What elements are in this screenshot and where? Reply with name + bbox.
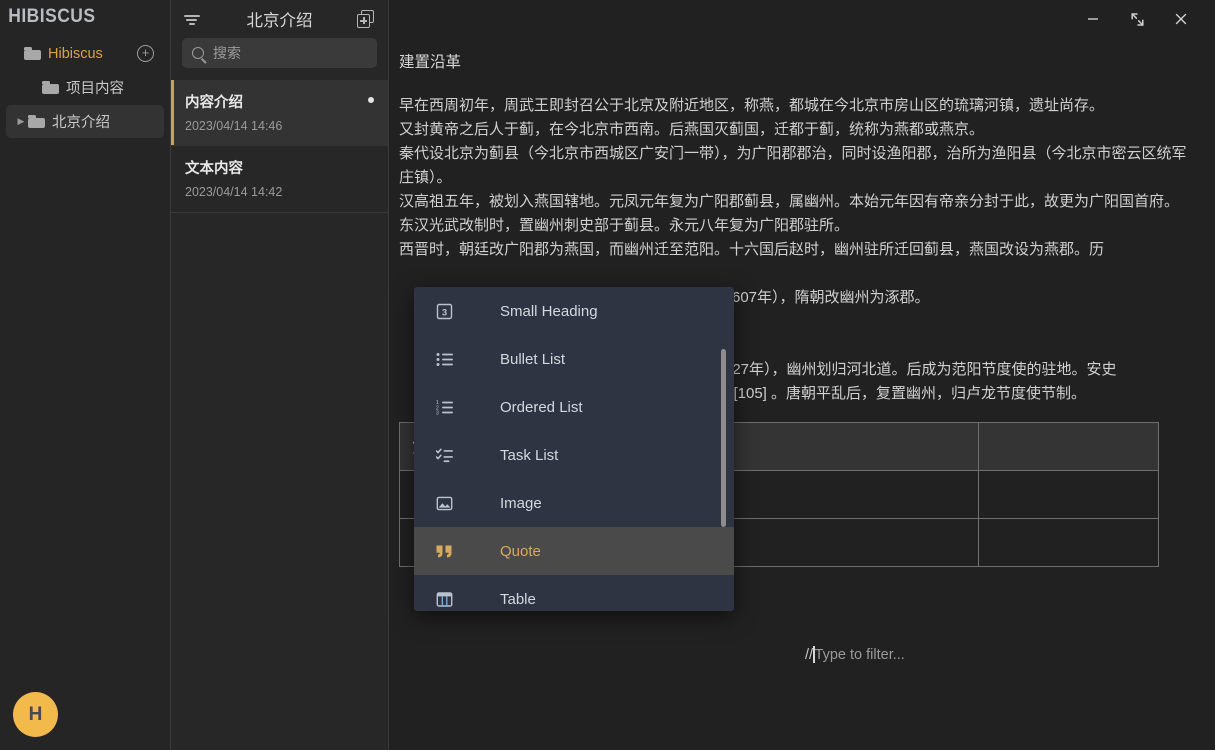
sidebar-item-project-content[interactable]: ▶ 项目内容 [6, 71, 164, 104]
menu-item-table[interactable]: Table [414, 575, 734, 611]
folder-icon [24, 47, 41, 60]
left-sidebar: HIBISCUS ▶ Hibiscus + ▶ 项目内容 ▶ 北京介绍 H [0, 0, 171, 750]
menu-item-task-list[interactable]: Task List [414, 431, 734, 479]
search-container [171, 38, 388, 68]
menu-item-label: Table [500, 591, 536, 608]
paragraph: 秦代设北京为蓟县（今北京市西城区广安门一带），为广阳郡郡治，同时设渔阳郡，治所为… [399, 142, 1193, 190]
filter-icon[interactable] [183, 10, 201, 28]
note-items: 内容介绍 2023/04/14 14:46 文本内容 2023/04/14 14… [171, 80, 388, 213]
search-icon [192, 47, 204, 59]
sidebar-item-hibiscus[interactable]: ▶ Hibiscus + [6, 37, 164, 70]
table-cell[interactable] [979, 471, 1159, 519]
sidebar-item-label: Hibiscus [48, 46, 103, 62]
maximize-button[interactable] [1115, 3, 1159, 35]
list-item[interactable]: 内容介绍 2023/04/14 14:46 [171, 80, 388, 146]
menu-item-label: Image [500, 495, 542, 512]
paragraph: 汉高祖五年，被划入燕国辖地。元凤元年复为广阳郡蓟县，属幽州。本始元年因有帝亲分封… [399, 190, 1193, 214]
note-title: 内容介绍 [185, 91, 374, 112]
slash-command-menu[interactable]: 3 Small Heading Bullet List 1 [414, 287, 734, 611]
close-button[interactable] [1159, 3, 1203, 35]
note-date: 2023/04/14 14:42 [185, 185, 374, 199]
menu-item-small-heading[interactable]: 3 Small Heading [414, 287, 734, 335]
note-date: 2023/04/14 14:46 [185, 119, 374, 133]
svg-text:3: 3 [442, 307, 447, 318]
folder-icon [42, 81, 59, 94]
avatar[interactable]: H [13, 692, 58, 737]
table-cell[interactable] [979, 519, 1159, 567]
menu-item-ordered-list[interactable]: 1 2 3 Ordered List [414, 383, 734, 431]
slash-command-input[interactable]: //Type to filter... [805, 646, 905, 663]
menu-item-label: Ordered List [500, 399, 583, 416]
sidebar-item-beijing-intro[interactable]: ▶ 北京介绍 [6, 105, 164, 138]
menu-item-label: Bullet List [500, 351, 565, 368]
menu-item-label: Quote [500, 543, 541, 560]
paragraph: 西晋时，朝廷改广阳郡为燕国，而幽州迁至范阳。十六国后赵时，幽州驻所迁回蓟县，燕国… [399, 238, 1193, 262]
search-input[interactable] [213, 45, 367, 61]
slash-prefix: // [805, 647, 813, 663]
unsaved-dot-icon [368, 97, 374, 103]
paragraph: 东汉光武改制时，置幽州刺史部于蓟县。永元八年复为广阳郡驻所。 [399, 214, 1193, 238]
quote-icon [436, 545, 458, 558]
note-title: 文本内容 [185, 157, 374, 178]
divider [171, 212, 388, 213]
sidebar-item-label: 项目内容 [66, 77, 124, 98]
folder-tree: ▶ Hibiscus + ▶ 项目内容 ▶ 北京介绍 [0, 32, 170, 138]
paragraph: （627年），幽州划归河北道。后成为范阳节度使的驻地。安史 [709, 358, 1193, 382]
menu-item-image[interactable]: Image [414, 479, 734, 527]
new-note-icon[interactable] [357, 10, 376, 29]
heading-3-icon: 3 [436, 303, 458, 320]
menu-item-label: Small Heading [500, 303, 598, 320]
window-titlebar [389, 0, 1215, 38]
note-list-title: 北京介绍 [171, 7, 388, 31]
image-icon [436, 495, 458, 512]
filter-placeholder: Type to filter... [815, 647, 905, 663]
note-list-panel: 北京介绍 内容介绍 2023/04/14 14:46 文本内容 2023/04/… [171, 0, 389, 750]
paragraph: （607年），隋朝改幽州为涿郡。 [717, 286, 1193, 310]
svg-text:3: 3 [436, 410, 439, 415]
menu-scrollbar[interactable] [721, 349, 726, 527]
bullet-list-icon [436, 352, 458, 367]
note-list-header: 北京介绍 [171, 0, 388, 38]
search-box[interactable] [182, 38, 377, 68]
table-icon [436, 591, 458, 608]
menu-item-quote[interactable]: Quote [414, 527, 734, 575]
chevron-right-icon[interactable]: ▶ [14, 116, 28, 127]
list-item[interactable]: 文本内容 2023/04/14 14:42 [171, 146, 388, 212]
menu-item-label: Task List [500, 447, 558, 464]
paragraph: 早在西周初年，周武王即封召公于北京及附近地区，称燕，都城在今北京市房山区的琉璃河… [399, 94, 1193, 142]
app-window: HIBISCUS ▶ Hibiscus + ▶ 项目内容 ▶ 北京介绍 H [0, 0, 1215, 750]
menu-item-bullet-list[interactable]: Bullet List [414, 335, 734, 383]
folder-icon [28, 115, 45, 128]
task-list-icon [436, 448, 458, 463]
paragraph: 燕" [105] 。唐朝平乱后，复置幽州，归卢龙节度使节制。 [709, 382, 1193, 406]
ordered-list-icon: 1 2 3 [436, 400, 458, 415]
document-heading: 建置沿革 [399, 50, 1193, 72]
sidebar-item-label: 北京介绍 [52, 111, 110, 132]
add-folder-button[interactable]: + [137, 45, 154, 62]
table-header-cell[interactable] [979, 423, 1159, 471]
app-logo: HIBISCUS [0, 0, 156, 32]
minimize-button[interactable] [1071, 3, 1115, 35]
